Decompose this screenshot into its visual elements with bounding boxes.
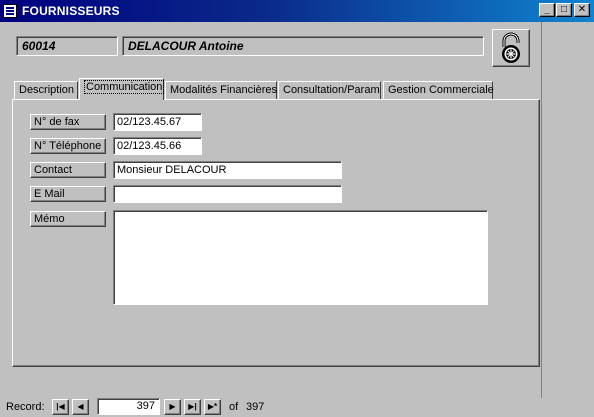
fax-field[interactable]: 02/123.45.67 bbox=[113, 113, 202, 131]
tab-consultation-param[interactable]: Consultation/Param bbox=[278, 81, 381, 99]
new-record-button[interactable]: ▶* bbox=[204, 399, 221, 415]
fournisseurs-window: FOURNISSEURS _ □ ✕ 60014 DELACOUR Antoin… bbox=[0, 0, 594, 417]
tab-description[interactable]: Description bbox=[14, 81, 78, 99]
phone-label: N° Téléphone bbox=[30, 138, 106, 154]
memo-label: Mémo bbox=[30, 211, 106, 227]
tab-gestion-commerciale[interactable]: Gestion Commerciale bbox=[383, 81, 494, 99]
first-record-icon: |◀ bbox=[56, 402, 65, 411]
title-bar[interactable]: FOURNISSEURS _ □ ✕ bbox=[0, 0, 594, 22]
supplier-name: DELACOUR Antoine bbox=[122, 36, 484, 56]
memo-field[interactable] bbox=[113, 210, 488, 305]
maximize-button[interactable]: □ bbox=[556, 3, 572, 17]
next-record-button[interactable]: ▶ bbox=[164, 399, 181, 415]
previous-record-icon: ◀ bbox=[77, 402, 84, 411]
contact-label: Contact bbox=[30, 162, 106, 178]
close-button[interactable]: ✕ bbox=[574, 3, 590, 17]
tab-label: Description bbox=[19, 84, 75, 96]
email-field[interactable] bbox=[113, 185, 342, 203]
next-record-icon: ▶ bbox=[169, 402, 176, 411]
current-record-field[interactable]: 397 bbox=[97, 398, 160, 415]
last-record-icon: ▶| bbox=[188, 402, 197, 411]
tab-communication[interactable]: Communication bbox=[79, 78, 165, 100]
email-label: E Mail bbox=[30, 186, 106, 202]
fax-label: N° de fax bbox=[30, 114, 106, 130]
lock-button[interactable] bbox=[492, 29, 530, 67]
new-record-icon: ▶* bbox=[207, 402, 218, 411]
padlock-icon bbox=[502, 32, 520, 63]
last-record-button[interactable]: ▶| bbox=[184, 399, 201, 415]
window-title: FOURNISSEURS bbox=[22, 4, 120, 18]
total-records: 397 bbox=[246, 401, 265, 413]
tab-label: Gestion Commerciale bbox=[388, 84, 494, 96]
supplier-code: 60014 bbox=[16, 36, 118, 56]
contact-field[interactable]: Monsieur DELACOUR bbox=[113, 161, 342, 179]
of-label: of bbox=[229, 401, 239, 413]
phone-field[interactable]: 02/123.45.66 bbox=[113, 137, 202, 155]
scroll-divider bbox=[541, 22, 542, 398]
first-record-button[interactable]: |◀ bbox=[52, 399, 69, 415]
tab-label: Modalités Financières bbox=[170, 84, 277, 96]
previous-record-button[interactable]: ◀ bbox=[72, 399, 89, 415]
minimize-button[interactable]: _ bbox=[539, 3, 555, 17]
tab-modalites-financieres[interactable]: Modalités Financières bbox=[165, 81, 277, 99]
record-navigator: Record: |◀ ◀ 397 ▶ ▶| ▶* of 397 bbox=[0, 398, 594, 417]
tab-label: Consultation/Param bbox=[283, 84, 380, 96]
tab-label: Communication bbox=[84, 80, 165, 94]
record-label: Record: bbox=[6, 401, 45, 413]
form-icon[interactable] bbox=[3, 4, 17, 18]
